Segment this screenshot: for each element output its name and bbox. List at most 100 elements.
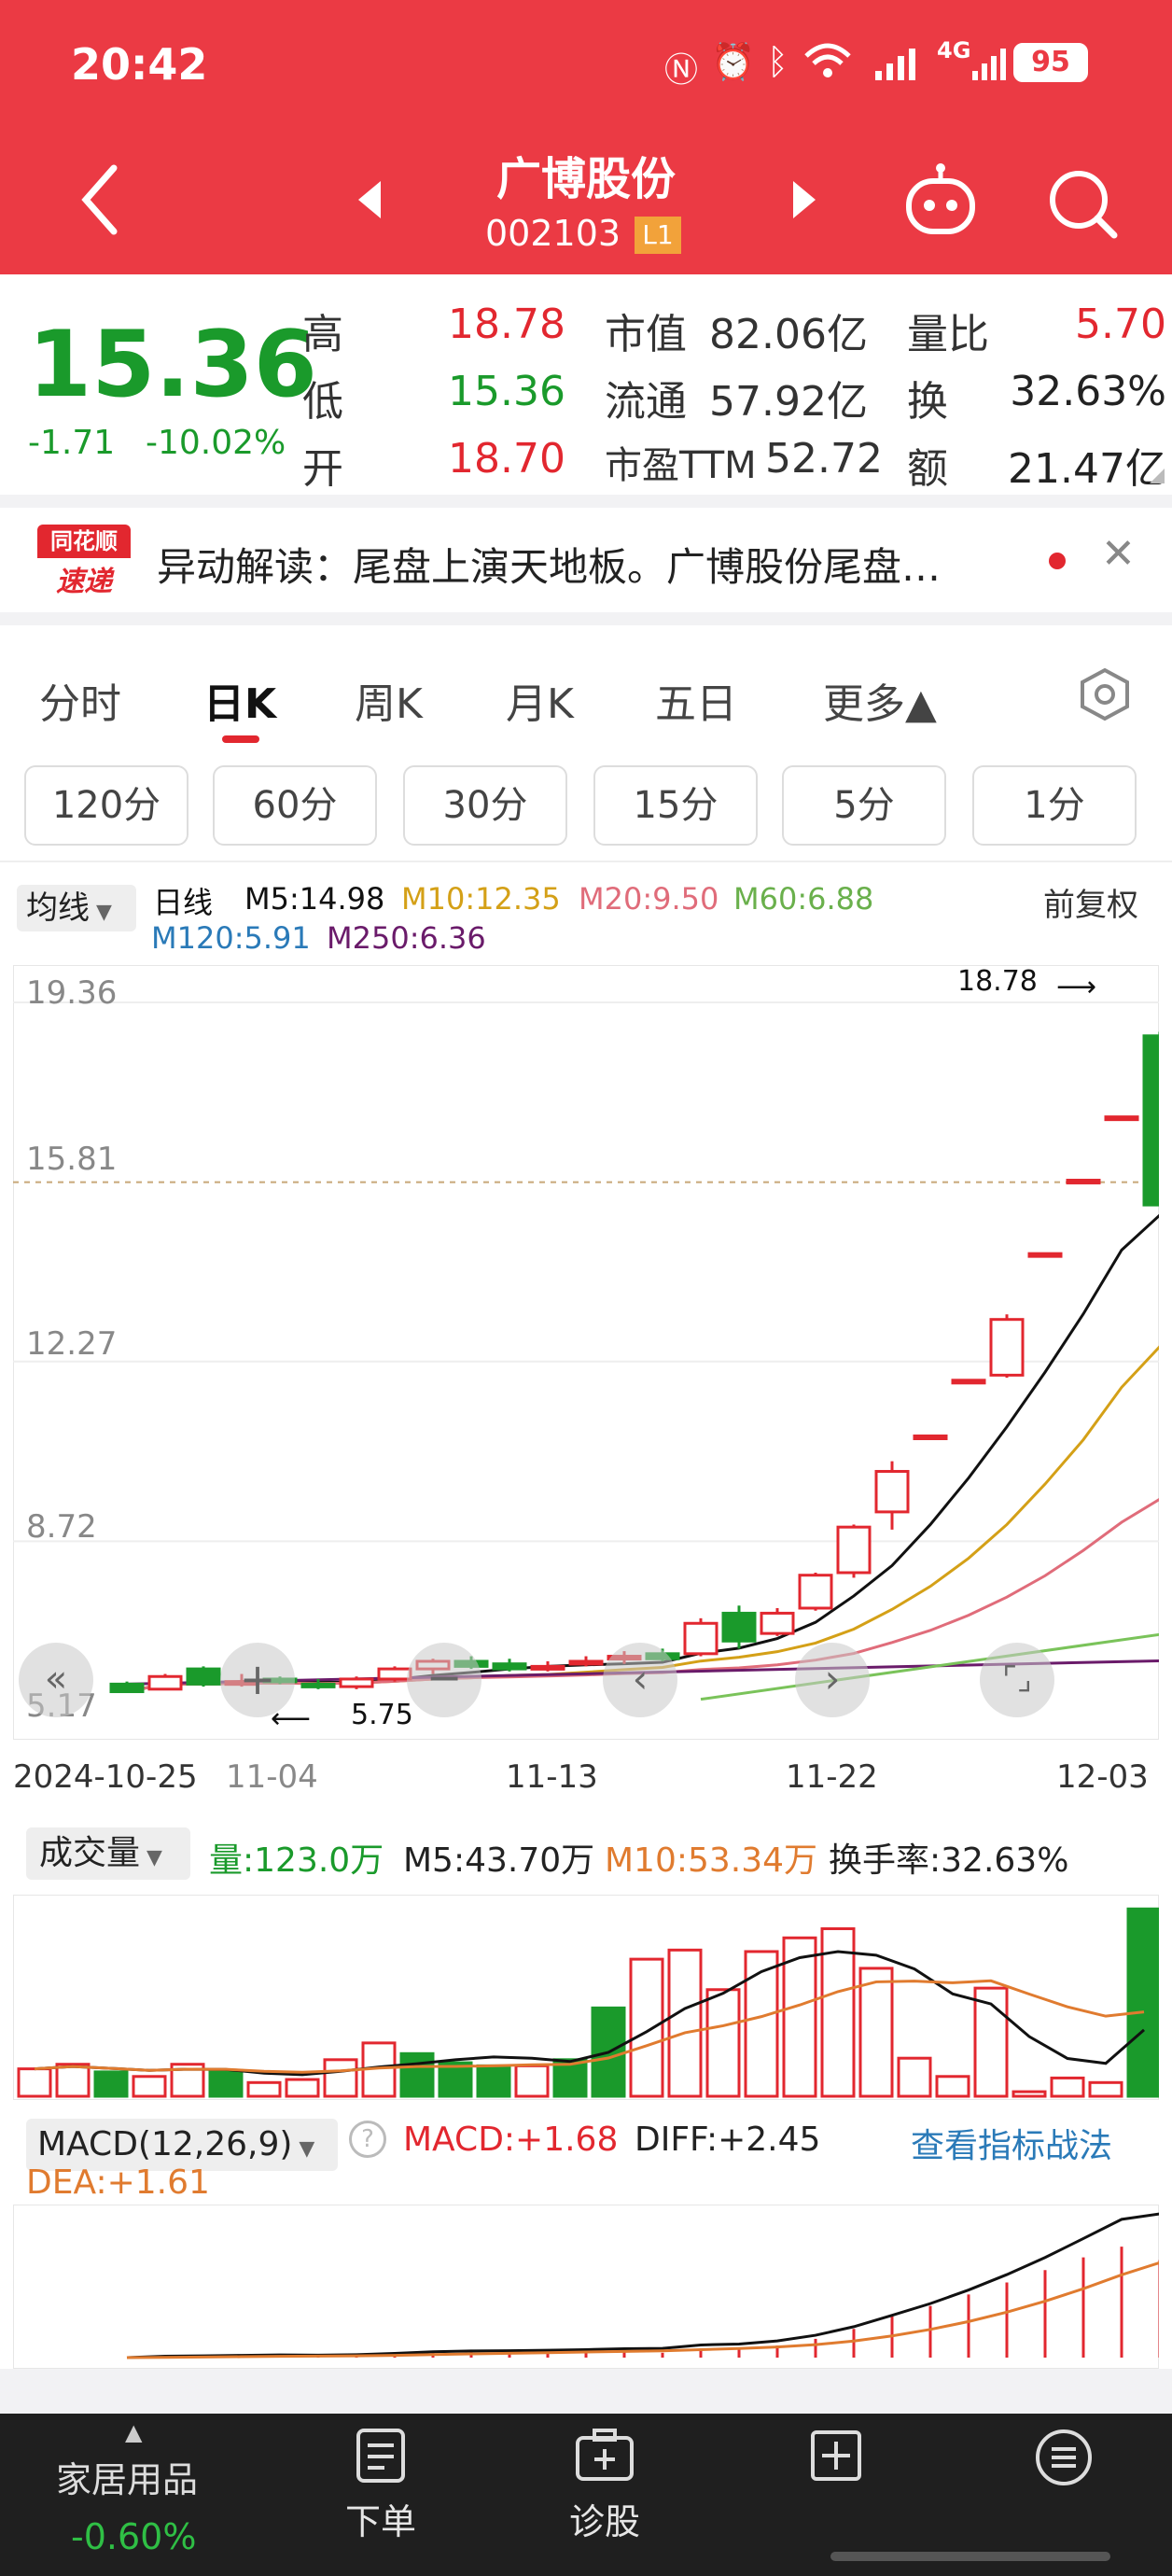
ma-selector[interactable]: 均线 ▼: [17, 885, 136, 931]
volume-bar: [1126, 1907, 1162, 2098]
adjust-mode[interactable]: 前复权: [1043, 879, 1138, 925]
zoom-fast-back-icon[interactable]: «: [19, 1643, 93, 1717]
settings-hex-icon[interactable]: [1079, 666, 1131, 726]
caret-up-icon[interactable]: ▲: [125, 2419, 142, 2445]
volratio-label: 量比: [907, 311, 989, 358]
date-label-1: 11-04: [226, 1758, 318, 1796]
strategy-link[interactable]: 查看指标战法: [911, 2119, 1112, 2167]
ma-selector-label: 均线: [26, 889, 90, 927]
scroll-right-icon[interactable]: ›: [795, 1643, 870, 1717]
tab-intraday[interactable]: 分时: [39, 670, 121, 730]
next-stock-icon[interactable]: [789, 177, 819, 226]
volume-legend: 成交量 ▼ 量:123.0万 M5:43.70万 M10:53.34万 换手率:…: [0, 1820, 1172, 1895]
volume-value: 量:123.0万: [209, 1841, 384, 1880]
search-icon[interactable]: [1043, 164, 1122, 246]
mktcap-label: 市值: [605, 311, 687, 358]
stock-name: 广博股份: [495, 153, 676, 205]
prev-stock-icon[interactable]: [355, 177, 384, 226]
ma-m10: M10:12.35: [401, 881, 561, 917]
candle-body: [836, 1525, 872, 1575]
candle-body: [683, 1621, 719, 1656]
high-marker-arrow: ⟶: [1056, 971, 1097, 1003]
chevron-down-icon: ▼: [140, 1846, 162, 1869]
robot-assistant-icon[interactable]: [901, 162, 980, 245]
zoom-out-icon[interactable]: −: [407, 1643, 481, 1717]
ma-m20: M20:9.50: [579, 881, 719, 917]
period-15min[interactable]: 15分: [593, 765, 758, 846]
volume-selector[interactable]: 成交量 ▼: [26, 1827, 190, 1880]
tab-monthly-k[interactable]: 月K: [506, 670, 574, 730]
expand-corner-icon[interactable]: [1150, 469, 1165, 487]
candlestick-chart[interactable]: 19.36 15.81 12.27 8.72 5.17 18.78 ⟶ ⟵ 5.…: [12, 964, 1172, 1741]
volume-turnover-label: 换手率:32.63%: [829, 1833, 1068, 1882]
y-label-top: 19.36: [26, 974, 118, 1012]
volume-bar: [935, 2075, 970, 2098]
candle-body: [492, 1662, 527, 1671]
macd-chart[interactable]: [12, 2204, 1162, 2370]
logo-bottom-text: 速递: [56, 566, 112, 598]
tab-daily-k[interactable]: 日K: [203, 670, 276, 730]
ma-m250: M250:6.36: [327, 920, 486, 956]
back-icon[interactable]: [77, 162, 123, 241]
candle-body: [1027, 1252, 1063, 1258]
more-menu-button[interactable]: [1017, 2427, 1110, 2497]
level-badge: L1: [635, 217, 681, 254]
news-ticker[interactable]: 同花顺 速递 异动解读：尾盘上演天地板。广博股份尾盘… ✕: [0, 495, 1172, 625]
chevron-down-icon: ▼: [90, 901, 112, 924]
period-5min[interactable]: 5分: [782, 765, 946, 846]
price-change: -1.71: [28, 424, 116, 462]
order-label: 下单: [344, 2501, 416, 2542]
turnover-value: 32.63%: [1010, 368, 1166, 415]
tab-weekly-k[interactable]: 周K: [355, 670, 423, 730]
volume-bar: [629, 1957, 664, 2098]
volume-bar: [399, 2051, 435, 2098]
date-label-3: 11-22: [786, 1758, 878, 1796]
add-watchlist-button[interactable]: [789, 2427, 883, 2493]
volume-bar: [705, 1988, 741, 2098]
candle-body: [989, 1318, 1025, 1377]
scroll-left-icon[interactable]: ‹: [603, 1643, 677, 1717]
order-button[interactable]: 下单: [334, 2427, 427, 2544]
tab-more[interactable]: 更多▲: [823, 670, 937, 730]
unread-dot: [1049, 553, 1066, 569]
macd-value: MACD:+1.68: [403, 2121, 619, 2159]
nfc-icon: Ⓝ: [664, 51, 699, 90]
ma-m5: M5:14.98: [244, 881, 385, 917]
volume-turnover: 换手率:32.63%: [829, 1841, 1069, 1880]
battery-icon: 95: [1013, 43, 1088, 82]
period-1min[interactable]: 1分: [972, 765, 1137, 846]
low-marker-label: 5.75: [351, 1699, 413, 1731]
zoom-in-icon[interactable]: +: [220, 1643, 295, 1717]
tab-five-day[interactable]: 五日: [655, 670, 737, 730]
alarm-icon: ⏰: [711, 41, 756, 82]
news-text[interactable]: 异动解读：尾盘上演天地板。广博股份尾盘…: [157, 536, 941, 593]
date-label-4: 12-03: [1056, 1758, 1149, 1796]
volume-chart[interactable]: [12, 1894, 1162, 2101]
high-value: 18.78: [448, 301, 565, 348]
sector-name[interactable]: 家居用品: [56, 2451, 198, 2502]
candle-body: [530, 1664, 565, 1671]
chart-tabs: 分时 日K 周K 月K 五日 更多▲: [0, 638, 1172, 749]
candle-body: [1142, 1034, 1172, 1207]
volume-bar: [208, 2068, 244, 2098]
volume-m5: M5:43.70万: [403, 1841, 595, 1880]
volume-bar: [667, 1948, 703, 2098]
volume-selector-label: 成交量: [39, 1834, 141, 1872]
logo-top-text: 同花顺: [37, 525, 131, 558]
period-120min[interactable]: 120分: [24, 765, 188, 846]
date-axis: 2024-10-25 11-04 11-13 11-22 12-03: [0, 1740, 1172, 1820]
ma-kind: 日线: [153, 885, 214, 920]
candle-body: [377, 1667, 412, 1681]
period-60min[interactable]: 60分: [213, 765, 377, 846]
pe-label: 市盈TTM: [605, 444, 757, 487]
ths-logo: 同花顺 速递: [37, 525, 131, 598]
period-30min[interactable]: 30分: [403, 765, 567, 846]
candle-body: [951, 1379, 986, 1385]
diagnose-button[interactable]: 诊股: [558, 2427, 651, 2544]
volume-bar: [93, 2070, 129, 2098]
ma-legend: 均线 ▼ 日线 M5:14.98 M10:12.35 M20:9.50 M60:…: [0, 868, 1172, 961]
fullscreen-icon[interactable]: ⌜⌟: [980, 1643, 1054, 1717]
close-icon[interactable]: ✕: [1101, 530, 1136, 578]
help-icon[interactable]: ?: [349, 2121, 386, 2158]
amount-value: 21.47亿: [1008, 445, 1166, 493]
